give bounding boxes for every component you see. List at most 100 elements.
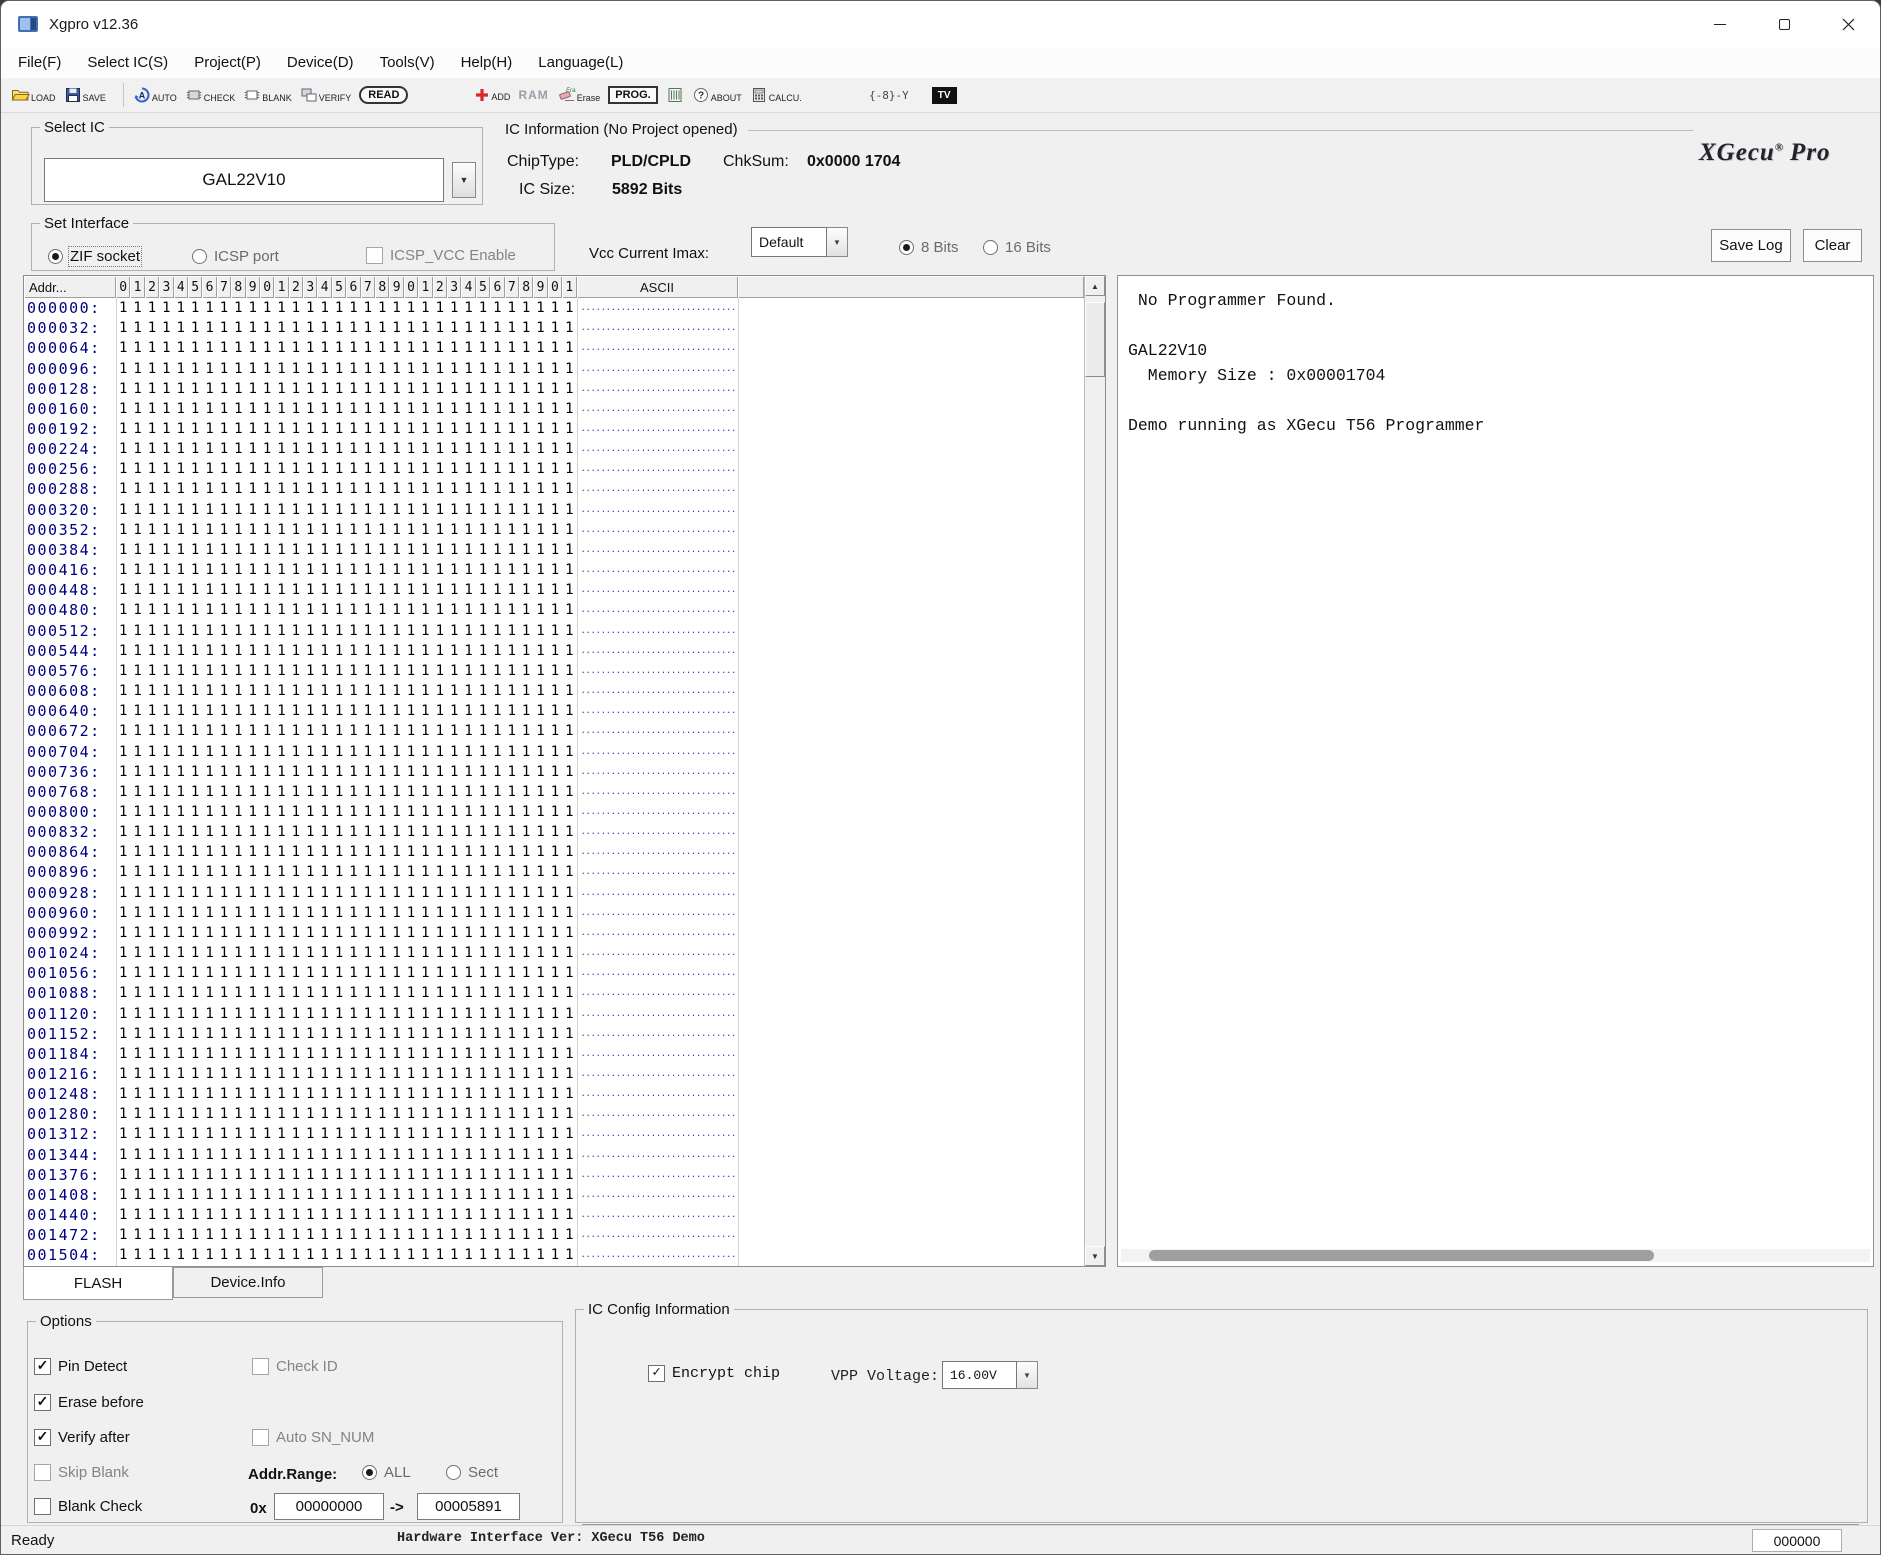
hex-bit-cell[interactable]: 1 <box>317 1006 331 1022</box>
hex-bit-cell[interactable]: 1 <box>188 965 202 981</box>
hex-bit-cell[interactable]: 1 <box>375 582 389 598</box>
hex-row[interactable]: 000640:11111111111111111111111111111111.… <box>24 701 1084 721</box>
hex-bit-cell[interactable]: 1 <box>289 885 303 901</box>
hex-bit-cell[interactable]: 1 <box>361 643 375 659</box>
hex-bit-cell[interactable]: 1 <box>533 1006 547 1022</box>
hex-bit-cell[interactable]: 1 <box>490 1066 504 1082</box>
hex-bit-cell[interactable]: 1 <box>188 602 202 618</box>
hex-bit-cell[interactable]: 1 <box>346 643 360 659</box>
hex-bit-cell[interactable]: 1 <box>476 1167 490 1183</box>
hex-row[interactable]: 001248:11111111111111111111111111111111.… <box>24 1084 1084 1104</box>
hex-bit-cell[interactable]: 1 <box>433 340 447 356</box>
hex-bit-cell[interactable]: 1 <box>548 744 562 760</box>
menu-item-deviced[interactable]: Device(D) <box>274 49 367 76</box>
hex-bit-cell[interactable]: 1 <box>188 1026 202 1042</box>
hex-bit-cell[interactable]: 1 <box>130 1227 144 1243</box>
hex-bit-cell[interactable]: 1 <box>418 481 432 497</box>
hex-bit-cell[interactable]: 1 <box>418 925 432 941</box>
hex-bit-cell[interactable]: 1 <box>231 764 245 780</box>
hex-bit-cell[interactable]: 1 <box>159 1227 173 1243</box>
hex-bit-cell[interactable]: 1 <box>562 1227 576 1243</box>
hex-bit-cell[interactable]: 1 <box>433 905 447 921</box>
hex-bit-cell[interactable]: 1 <box>375 502 389 518</box>
hex-bit-cell[interactable]: 1 <box>260 905 274 921</box>
hex-bit-cell[interactable]: 1 <box>130 441 144 457</box>
hex-bit-cell[interactable]: 1 <box>346 764 360 780</box>
hex-bit-cell[interactable]: 1 <box>519 1086 533 1102</box>
hex-bit-cell[interactable]: 1 <box>116 300 130 316</box>
hex-bit-cell[interactable]: 1 <box>145 602 159 618</box>
hex-bit-cell[interactable]: 1 <box>303 985 317 1001</box>
hex-bit-cell[interactable]: 1 <box>188 1126 202 1142</box>
hex-bit-cell[interactable]: 1 <box>246 1106 260 1122</box>
hex-row[interactable]: 000192:11111111111111111111111111111111.… <box>24 419 1084 439</box>
hex-row[interactable]: 000544:11111111111111111111111111111111.… <box>24 641 1084 661</box>
hex-row[interactable]: 000480:11111111111111111111111111111111.… <box>24 600 1084 620</box>
hex-row[interactable]: 001312:11111111111111111111111111111111.… <box>24 1124 1084 1144</box>
hex-bit-cell[interactable]: 1 <box>375 300 389 316</box>
hex-bit-cell[interactable]: 1 <box>476 522 490 538</box>
hex-bit-cell[interactable]: 1 <box>346 824 360 840</box>
hex-bit-cell[interactable]: 1 <box>533 320 547 336</box>
hex-bit-cell[interactable]: 1 <box>461 340 475 356</box>
hex-bit-cell[interactable]: 1 <box>461 965 475 981</box>
hex-bit-cell[interactable]: 1 <box>145 844 159 860</box>
hex-bit-cell[interactable]: 1 <box>332 361 346 377</box>
hex-bit-cell[interactable]: 1 <box>490 320 504 336</box>
hex-bit-cell[interactable]: 1 <box>317 1227 331 1243</box>
hex-bit-cell[interactable]: 1 <box>562 1106 576 1122</box>
hex-bit-cell[interactable]: 1 <box>505 744 519 760</box>
hex-bit-cell[interactable]: 1 <box>490 824 504 840</box>
hex-bit-cell[interactable]: 1 <box>116 1227 130 1243</box>
hex-bit-cell[interactable]: 1 <box>274 1046 288 1062</box>
hex-bit-cell[interactable]: 1 <box>375 340 389 356</box>
hex-bit-cell[interactable]: 1 <box>433 623 447 639</box>
hex-bit-cell[interactable]: 1 <box>505 1046 519 1062</box>
hex-bit-cell[interactable]: 1 <box>217 1066 231 1082</box>
hex-bit-cell[interactable]: 1 <box>116 340 130 356</box>
hex-bit-cell[interactable]: 1 <box>533 461 547 477</box>
menu-item-languagel[interactable]: Language(L) <box>525 49 636 76</box>
hex-bit-cell[interactable]: 1 <box>188 985 202 1001</box>
hex-bit-cell[interactable]: 1 <box>404 562 418 578</box>
hex-bit-cell[interactable]: 1 <box>116 542 130 558</box>
hex-bit-cell[interactable]: 1 <box>533 643 547 659</box>
hex-bit-cell[interactable]: 1 <box>375 602 389 618</box>
hex-bit-cell[interactable]: 1 <box>461 522 475 538</box>
hex-bit-cell[interactable]: 1 <box>562 1006 576 1022</box>
toolbar-save-button[interactable]: SAVE <box>64 86 106 104</box>
addr-range-to-input[interactable] <box>417 1493 520 1520</box>
toolbar-about-button[interactable]: ?ABOUT <box>692 86 742 104</box>
hex-bit-cell[interactable]: 1 <box>217 340 231 356</box>
hex-bit-cell[interactable]: 1 <box>433 683 447 699</box>
hex-bit-cell[interactable]: 1 <box>145 320 159 336</box>
hex-bit-cell[interactable]: 1 <box>217 300 231 316</box>
hex-bit-cell[interactable]: 1 <box>418 300 432 316</box>
hex-bit-cell[interactable]: 1 <box>289 1147 303 1163</box>
hex-bit-cell[interactable]: 1 <box>533 481 547 497</box>
hex-bit-cell[interactable]: 1 <box>389 1046 403 1062</box>
hex-bit-cell[interactable]: 1 <box>389 340 403 356</box>
hex-bit-cell[interactable]: 1 <box>188 1207 202 1223</box>
hex-bit-cell[interactable]: 1 <box>188 1046 202 1062</box>
hex-bit-cell[interactable]: 1 <box>332 320 346 336</box>
hex-bit-cell[interactable]: 1 <box>217 320 231 336</box>
hex-bit-cell[interactable]: 1 <box>289 643 303 659</box>
hex-bit-cell[interactable]: 1 <box>260 421 274 437</box>
hex-bit-cell[interactable]: 1 <box>260 1187 274 1203</box>
addr-range-all-radio[interactable]: ALL <box>362 1464 411 1481</box>
hex-bit-cell[interactable]: 1 <box>174 300 188 316</box>
hex-bit-cell[interactable]: 1 <box>361 723 375 739</box>
hex-bit-cell[interactable]: 1 <box>188 663 202 679</box>
hex-bit-cell[interactable]: 1 <box>116 1066 130 1082</box>
hex-bit-cell[interactable]: 1 <box>361 1247 375 1263</box>
hex-bit-cell[interactable]: 1 <box>505 784 519 800</box>
hex-bit-cell[interactable]: 1 <box>433 1187 447 1203</box>
hex-bit-cell[interactable]: 1 <box>404 1006 418 1022</box>
hex-bit-cell[interactable]: 1 <box>490 1006 504 1022</box>
hex-bit-cell[interactable]: 1 <box>116 804 130 820</box>
hex-bit-cell[interactable]: 1 <box>130 905 144 921</box>
hex-bit-cell[interactable]: 1 <box>548 764 562 780</box>
hex-row[interactable]: 000864:11111111111111111111111111111111.… <box>24 842 1084 862</box>
hex-bit-cell[interactable]: 1 <box>461 643 475 659</box>
